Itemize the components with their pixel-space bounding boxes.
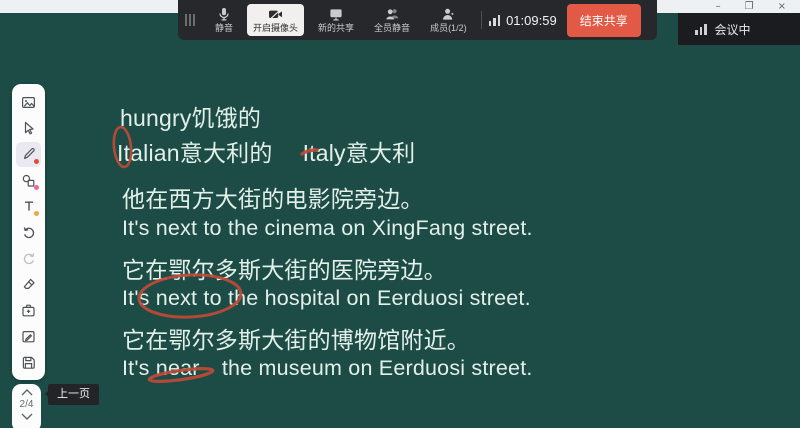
word-its-2: It's <box>122 356 150 380</box>
board-line-en-cinema: It's next to the cinema on XingFang stre… <box>122 216 533 241</box>
page-down-icon[interactable] <box>21 413 33 420</box>
timer-value: 01:09:59 <box>506 13 557 28</box>
new-share-button[interactable]: 新的共享 <box>312 4 360 36</box>
pen-tool[interactable] <box>16 142 41 167</box>
insert-image-tool[interactable] <box>16 90 41 115</box>
rest-museum: the museum on Eerduosi street. <box>222 356 533 380</box>
pen-color-dot <box>34 159 39 164</box>
camera-button[interactable]: 开启摄像头 <box>247 4 304 36</box>
end-share-button[interactable]: 结束共享 <box>567 4 641 37</box>
screen-share-icon <box>329 7 343 21</box>
word-next-to: next to <box>156 286 222 310</box>
image-icon <box>21 95 36 110</box>
camera-icon <box>268 7 283 21</box>
word-its-1: It's <box>122 286 150 310</box>
word-near: near <box>156 356 200 380</box>
audio-level-icon <box>489 14 501 26</box>
restore-icon[interactable]: ❐ <box>745 2 754 12</box>
meeting-toolbar: 静音 开启摄像头 新的共享 全员静音 <box>178 0 657 40</box>
save-tool[interactable] <box>16 350 41 375</box>
board-line-cn-hospital: 它在鄂尔多斯大街的医院旁边。 <box>122 251 447 285</box>
close-icon[interactable]: × <box>778 2 786 12</box>
mic-icon <box>217 7 231 21</box>
meeting-status-pill[interactable]: 会议中 <box>678 13 800 45</box>
box-pencil-icon <box>21 329 36 344</box>
undo-tool[interactable] <box>16 220 41 245</box>
text-icon <box>22 199 36 213</box>
board-line-en-hospital: It's next to the hospital on Eerduosi st… <box>122 286 531 311</box>
pen-icon <box>22 147 36 161</box>
toolbar-separator <box>481 11 482 29</box>
redo-icon <box>22 251 36 265</box>
add-page-tool[interactable] <box>16 298 41 323</box>
annotate-tool[interactable] <box>16 324 41 349</box>
people-icon <box>385 7 400 21</box>
person-icon <box>441 7 455 21</box>
text-tool[interactable] <box>16 194 41 219</box>
whiteboard-toolbar <box>12 84 45 380</box>
new-share-label: 新的共享 <box>318 23 354 33</box>
eraser-icon <box>22 277 36 291</box>
board-line-hungry: hungry饥饿的 <box>120 99 261 133</box>
meeting-status-label: 会议中 <box>715 21 751 38</box>
text-color-dot <box>34 211 39 216</box>
board-line-cn-cinema: 他在西方大街的电影院旁边。 <box>122 180 424 214</box>
page-up-icon[interactable] <box>21 389 33 396</box>
board-line-italian: Italian意大利的 Italy意大利 <box>117 134 415 168</box>
box-plus-icon <box>21 303 36 318</box>
undo-icon <box>22 225 36 239</box>
minimize-icon[interactable]: – <box>716 2 721 12</box>
word-italy: Italy意大利 <box>303 140 416 166</box>
select-tool[interactable] <box>16 116 41 141</box>
page-navigator: 2/4 <box>12 384 41 428</box>
shapes-color-dot <box>34 185 39 190</box>
members-label: 成员(1/2) <box>430 23 467 33</box>
mute-button[interactable]: 静音 <box>209 4 239 36</box>
board-line-cn-museum: 它在鄂尔多斯大街的博物馆附近。 <box>122 321 470 355</box>
meeting-bars-icon <box>695 23 707 35</box>
meeting-screen-share: – ❐ × 静音 开启摄像头 新的共享 <box>0 0 800 428</box>
mute-all-button[interactable]: 全员静音 <box>368 4 416 36</box>
previous-page-tooltip: 上一页 <box>48 384 99 405</box>
redo-tool[interactable] <box>16 246 41 271</box>
members-button[interactable]: 成员(1/2) <box>424 4 473 36</box>
word-italian: Italian意大利的 <box>117 140 273 166</box>
board-line-en-museum: It's near the museum on Eerduosi street. <box>122 356 533 381</box>
page-indicator: 2/4 <box>20 399 34 410</box>
mute-label: 静音 <box>215 23 233 33</box>
cursor-icon <box>22 121 36 135</box>
meeting-timer: 01:09:59 <box>489 13 557 28</box>
eraser-tool[interactable] <box>16 272 41 297</box>
rest-hospital: the hospital on Eerduosi street. <box>228 286 531 310</box>
shapes-tool[interactable] <box>16 168 41 193</box>
save-icon <box>21 355 36 370</box>
camera-label: 开启摄像头 <box>253 23 298 33</box>
drag-handle-icon[interactable] <box>185 14 195 26</box>
mute-all-label: 全员静音 <box>374 23 410 33</box>
